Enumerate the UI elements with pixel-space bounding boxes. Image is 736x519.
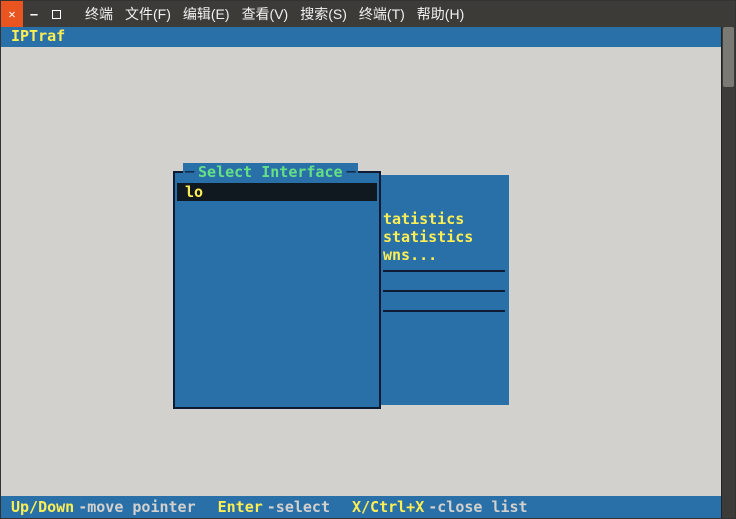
minimize-icon: — <box>30 7 37 21</box>
status-bar: Up/Down -move pointer Enter -select X/Ct… <box>1 496 721 518</box>
separator <box>383 290 505 292</box>
app-window: ✕ — 终端 文件(F) 编辑(E) 查看(V) 搜索(S) 终端(T) 帮助(… <box>0 0 736 519</box>
close-icon: ✕ <box>8 7 15 21</box>
titlebar: ✕ — 终端 文件(F) 编辑(E) 查看(V) 搜索(S) 终端(T) 帮助(… <box>1 1 735 27</box>
hint-key-enter: Enter <box>218 498 263 516</box>
dialog-title: ─ Select Interface ─ <box>183 163 358 181</box>
bg-line: statistics <box>383 228 505 246</box>
hint-text-select: -select <box>267 498 330 516</box>
vertical-scrollbar[interactable] <box>721 27 735 518</box>
terminal[interactable]: IPTraf tatistics statistics wns... ─ Sel… <box>1 27 721 518</box>
minimize-button[interactable]: — <box>23 1 45 27</box>
background-menu-panel: tatistics statistics wns... <box>379 175 509 405</box>
menu-edit[interactable]: 编辑(E) <box>183 4 230 24</box>
select-interface-dialog: ─ Select Interface ─ lo <box>173 171 381 409</box>
menu-terminal-label[interactable]: 终端 <box>85 4 113 24</box>
dash-icon: ─ <box>347 163 356 181</box>
hint-text-close: -close list <box>428 498 527 516</box>
bg-line: wns... <box>383 246 505 264</box>
app-title-row <box>1 27 721 47</box>
bg-line: tatistics <box>383 210 505 228</box>
maximize-icon <box>52 10 61 19</box>
separator <box>383 270 505 272</box>
hint-key-close: X/Ctrl+X <box>352 498 424 516</box>
menu-bar: 终端 文件(F) 编辑(E) 查看(V) 搜索(S) 终端(T) 帮助(H) <box>85 4 464 24</box>
separator <box>383 310 505 312</box>
maximize-button[interactable] <box>45 1 67 27</box>
menu-terminal[interactable]: 终端(T) <box>359 4 405 24</box>
terminal-area: IPTraf tatistics statistics wns... ─ Sel… <box>1 27 735 518</box>
interface-list[interactable]: lo <box>177 183 377 201</box>
dialog-title-text: Select Interface <box>198 163 343 181</box>
scrollbar-thumb[interactable] <box>723 27 734 87</box>
menu-help[interactable]: 帮助(H) <box>417 4 464 24</box>
menu-search[interactable]: 搜索(S) <box>300 4 347 24</box>
hint-text-move: -move pointer <box>78 498 195 516</box>
menu-view[interactable]: 查看(V) <box>242 4 289 24</box>
app-title: IPTraf <box>11 27 65 45</box>
list-item[interactable]: lo <box>177 183 377 201</box>
dash-icon: ─ <box>185 163 194 181</box>
close-button[interactable]: ✕ <box>1 1 23 27</box>
menu-file[interactable]: 文件(F) <box>125 4 171 24</box>
window-controls: ✕ — <box>1 1 67 27</box>
hint-key-updown: Up/Down <box>11 498 74 516</box>
